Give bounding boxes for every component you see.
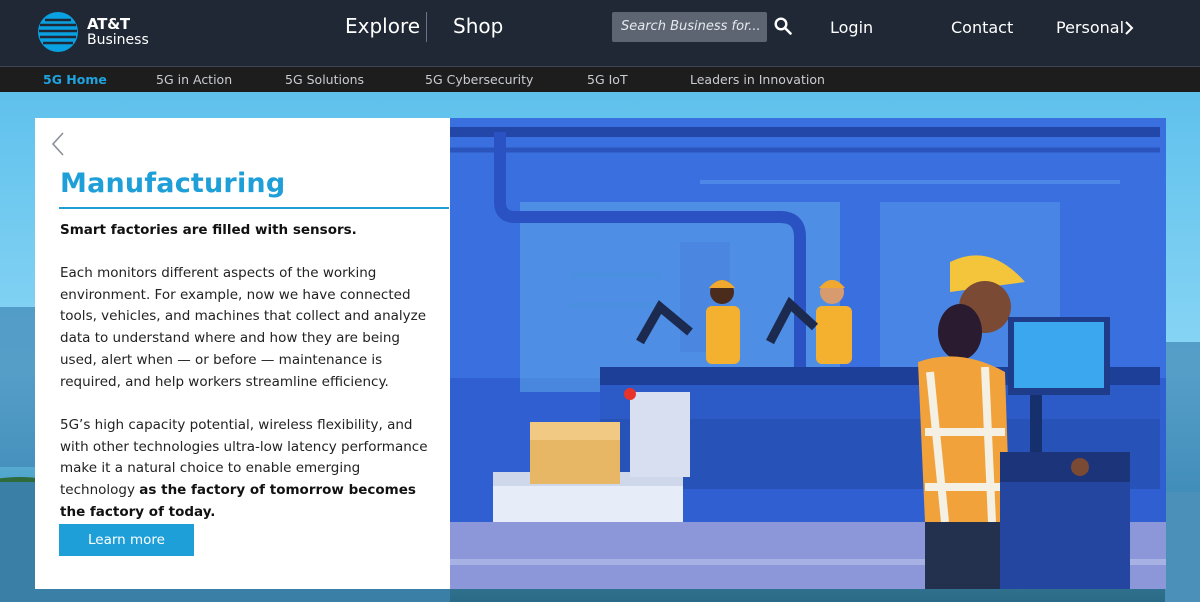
card-paragraph-1: Each monitors different aspects of the w…: [60, 265, 427, 390]
card-title: Manufacturing: [60, 168, 286, 199]
sub-navigation: 5G Home 5G in Action 5G Solutions 5G Cyb…: [0, 67, 1200, 92]
search-input[interactable]: Search Business for...: [612, 12, 767, 42]
nav-divider: [426, 12, 427, 42]
logo-text: AT&T Business: [87, 16, 149, 48]
nav-explore[interactable]: Explore: [345, 14, 420, 38]
chevron-right-icon[interactable]: [1124, 20, 1134, 36]
brand-line1: AT&T: [87, 15, 130, 33]
subnav-5g-cybersecurity[interactable]: 5G Cybersecurity: [425, 72, 533, 87]
subnav-5g-iot[interactable]: 5G IoT: [587, 72, 628, 87]
subnav-5g-home[interactable]: 5G Home: [43, 72, 107, 87]
login-link[interactable]: Login: [830, 18, 873, 37]
att-business-logo[interactable]: AT&T Business: [37, 11, 149, 53]
contact-link[interactable]: Contact: [951, 18, 1013, 37]
chevron-left-icon[interactable]: [51, 131, 65, 157]
brand-line2: Business: [87, 32, 149, 48]
subnav-leaders-in-innovation[interactable]: Leaders in Innovation: [690, 72, 825, 87]
card-paragraph-2: 5G’s high capacity potential, wireless f…: [60, 415, 432, 524]
subnav-5g-in-action[interactable]: 5G in Action: [156, 72, 232, 87]
personal-link[interactable]: Personal: [1056, 18, 1124, 37]
learn-more-button[interactable]: Learn more: [59, 524, 194, 556]
globe-icon: [38, 12, 78, 52]
top-header: AT&T Business Explore Shop Search Busine…: [0, 0, 1200, 67]
search-icon[interactable]: [774, 17, 792, 35]
card-lead: Smart factories are filled with sensors.: [60, 222, 357, 238]
subnav-5g-solutions[interactable]: 5G Solutions: [285, 72, 364, 87]
title-underline: [59, 207, 449, 209]
nav-shop[interactable]: Shop: [453, 14, 503, 38]
